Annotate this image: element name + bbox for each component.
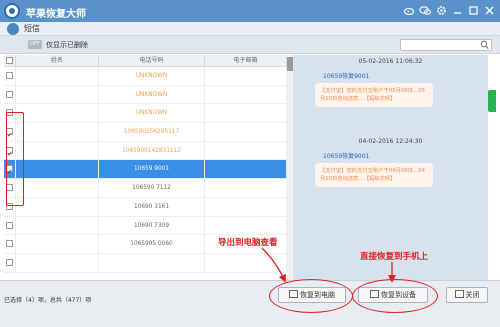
select-all-checkbox[interactable] [6, 57, 13, 64]
side-panel-tab[interactable] [488, 90, 496, 112]
app-title: 苹果恢复大师 [26, 9, 86, 20]
row-checkbox-cell[interactable] [4, 216, 16, 235]
contact-cell [16, 179, 99, 197]
row-checkbox[interactable] [6, 90, 13, 98]
contact-cell [16, 141, 99, 160]
phone-cell: 106590 7112 [99, 179, 205, 197]
contact-cell [16, 67, 99, 85]
phone-cell: 10690 3161 [99, 197, 205, 216]
close-label: 关闭 [465, 291, 480, 299]
table-row[interactable]: 1065900142831112 [4, 141, 287, 161]
row-checkbox-cell[interactable] [4, 67, 16, 85]
message-bubble: 【支付宝】您的支付宝账户于05月08日…05月10日自动还款…【蚂蚁花呗】 [315, 83, 433, 107]
phone-cell: UNKNOWN [99, 104, 205, 123]
header-select-all[interactable] [4, 55, 16, 67]
title-bar: 苹果恢复大师 [0, 0, 500, 22]
row-checkbox[interactable] [6, 72, 13, 79]
header-email[interactable]: 电子邮箱 [205, 55, 287, 67]
minimize-icon[interactable] [451, 4, 464, 17]
row-checkbox-cell[interactable] [4, 253, 16, 272]
header-contact[interactable]: 姓名 [16, 55, 99, 67]
section-header: 短信 [0, 22, 500, 36]
email-cell [205, 179, 287, 197]
phone-cell: 1065900142831112 [99, 141, 205, 160]
close-button[interactable]: 关闭 [446, 287, 488, 303]
email-cell [205, 123, 287, 141]
wechat-icon[interactable] [419, 4, 432, 17]
email-cell [205, 160, 287, 179]
email-cell [205, 197, 287, 216]
email-cell [205, 104, 287, 123]
table-row[interactable]: UNKNOWN [4, 67, 287, 86]
weibo-icon[interactable] [403, 4, 416, 17]
email-cell [205, 141, 287, 160]
email-cell [205, 253, 287, 272]
message-sender: 10659恢复9001 [323, 73, 370, 80]
row-checkbox[interactable] [6, 258, 13, 266]
contact-cell [16, 85, 99, 104]
filter-bar: OFF 仅显示已删除 [0, 36, 500, 54]
table-row[interactable]: 106590 7112 [4, 179, 287, 198]
contact-cell [16, 197, 99, 216]
row-checkbox-cell[interactable] [4, 235, 16, 253]
message-sender: 10659恢复9001 [323, 153, 370, 160]
table-row[interactable]: 106590256205117 [4, 123, 287, 142]
table-row[interactable]: UNKNOWN [4, 104, 287, 124]
phone-cell [99, 253, 205, 272]
email-cell [205, 67, 287, 85]
contact-cell [16, 123, 99, 141]
table-row[interactable]: UNKNOWN [4, 85, 287, 105]
contact-cell [16, 104, 99, 123]
phone-cell: 106590256205117 [99, 123, 205, 141]
phone-cell: 10659 9001 [99, 160, 205, 179]
message-date: 05-02-2016 11:06:32 [358, 58, 423, 65]
recover-to-device-highlight [352, 279, 438, 313]
table-header: 姓名 电话号码 电子邮箱 [4, 55, 287, 67]
table-row[interactable]: 10690 3161 [4, 197, 287, 217]
deleted-only-label: 仅显示已删除 [46, 41, 88, 49]
row-checkbox[interactable] [6, 240, 13, 248]
email-cell [205, 216, 287, 235]
message-date: 04-02-2016 12:24:30 [358, 138, 423, 145]
section-title: 短信 [24, 24, 40, 33]
search-input[interactable] [400, 39, 492, 51]
contact-cell [16, 216, 99, 235]
table-row[interactable]: 10690 7309 [4, 216, 287, 236]
recover-to-pc-highlight [269, 279, 353, 313]
email-cell [205, 85, 287, 104]
exit-icon [454, 290, 464, 298]
phone-cell: 10690 7309 [99, 216, 205, 235]
maximize-icon[interactable] [467, 4, 480, 17]
restore-annotation: 直接恢复到手机上 [360, 252, 429, 262]
contact-cell [16, 253, 99, 272]
contact-cell [16, 235, 99, 253]
phone-cell: UNKNOWN [99, 67, 205, 85]
deleted-only-toggle[interactable]: OFF [28, 40, 42, 49]
selected-checkboxes-highlight [6, 112, 24, 206]
message-bubble: 【支付宝】您的支付宝账户于04月08日…04月10日自动还款…【蚂蚁花呗】 [315, 163, 433, 187]
conversation-pane: 05-02-2016 11:06:32 10659恢复9001 【支付宝】您的支… [293, 55, 488, 280]
titlebar-icons [403, 4, 496, 17]
selection-status: 已选择（4）项，总共（477）项 [4, 297, 92, 304]
header-phone[interactable]: 电话号码 [99, 55, 205, 67]
row-checkbox-cell[interactable] [4, 85, 16, 104]
export-annotation: 导出到电脑查看 [218, 238, 278, 248]
table-row[interactable]: 10659 9001 [4, 160, 287, 180]
app-logo-icon [4, 3, 20, 19]
sms-icon [7, 23, 19, 35]
phone-cell: UNKNOWN [99, 85, 205, 104]
row-checkbox[interactable] [6, 221, 13, 229]
gear-icon[interactable] [435, 4, 448, 17]
contact-cell [16, 160, 99, 179]
close-icon[interactable] [483, 4, 496, 17]
phone-cell: 1065905 0060 [99, 235, 205, 253]
table-row[interactable] [4, 253, 287, 273]
search-icon[interactable] [480, 40, 489, 50]
